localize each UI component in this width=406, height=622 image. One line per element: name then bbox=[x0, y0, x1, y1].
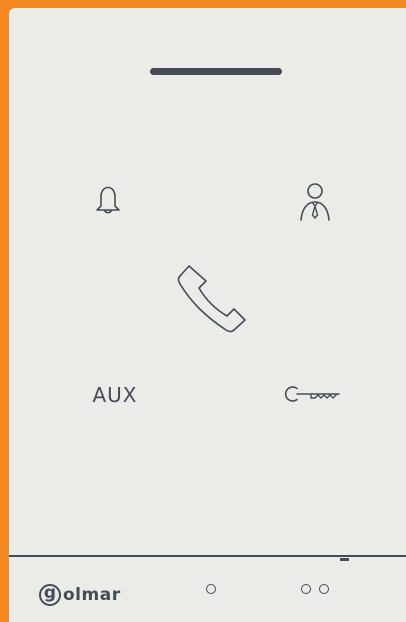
concierge-person-icon bbox=[300, 183, 330, 221]
bell-button[interactable] bbox=[93, 182, 123, 218]
logo-wordmark: olmar bbox=[63, 585, 121, 605]
key-icon bbox=[284, 386, 340, 402]
golmar-logo: g olmar bbox=[39, 582, 121, 608]
led-indicator bbox=[340, 558, 349, 561]
single-circle-indicator bbox=[206, 584, 216, 594]
double-circle-indicator-left bbox=[301, 584, 311, 594]
intercom-panel: AUX g olmar bbox=[9, 8, 406, 622]
footer-divider bbox=[9, 555, 406, 557]
logo-mark: g bbox=[39, 583, 61, 606]
bell-icon bbox=[96, 186, 120, 214]
double-circle-indicator-right bbox=[319, 584, 329, 594]
door-open-button[interactable] bbox=[281, 384, 341, 404]
logo-mark-letter: g bbox=[43, 583, 57, 603]
phone-handset-icon bbox=[177, 265, 246, 333]
aux-button[interactable]: AUX bbox=[81, 380, 149, 410]
speaker-grille bbox=[150, 68, 282, 75]
concierge-button[interactable] bbox=[297, 182, 333, 224]
call-button[interactable] bbox=[175, 264, 251, 336]
